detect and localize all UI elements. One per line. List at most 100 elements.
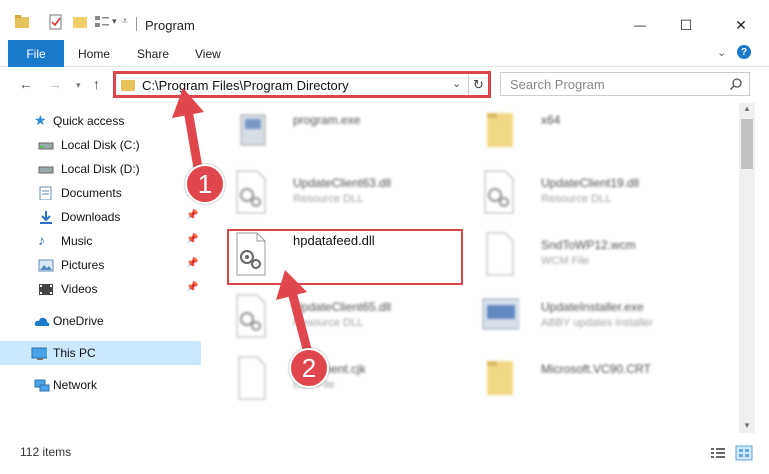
scrollbar-thumb[interactable] [741,119,753,169]
highlight-box [227,229,463,285]
sidebar-item-pictures[interactable]: Pictures 📌 [0,253,201,277]
file-type: Resource DLL [293,317,364,329]
file-item[interactable]: UpdateClient65.dll Resource DLL [225,289,475,349]
properties-icon[interactable] [48,14,64,30]
sidebar-item-label: Pictures [61,258,105,272]
view-icon[interactable] [94,14,110,30]
drive-icon [38,166,54,174]
window-title: Program [145,18,195,33]
file-icon [486,232,514,276]
file-item[interactable]: UpdateClient63.dll Resource DLL [225,165,475,225]
title-bar: ▾ ⩡ Program — ☐ ✕ [0,0,769,40]
customize-toolbar-icon[interactable]: ⩡ [122,16,128,32]
file-item[interactable]: program.exe [225,103,475,163]
close-button[interactable]: ✕ [718,10,764,40]
status-bar: 112 items [0,438,769,474]
chevron-down-icon[interactable]: ▾ [112,16,117,32]
sidebar-item-documents[interactable]: Documents 📌 [0,181,201,205]
sidebar-item-onedrive[interactable]: OneDrive [0,309,201,333]
file-name: Microsoft.VC90.CRT [541,362,651,376]
forward-arrow-icon[interactable]: → [48,76,62,92]
address-bar[interactable]: C:\Program Files\Program Directory ⌄ ↻ [113,71,491,98]
sidebar-item-local-disk-c[interactable]: Local Disk (C:) [0,133,201,157]
sidebar-item-label: Documents [61,186,122,200]
scroll-down-icon[interactable]: ▼ [743,421,751,430]
up-arrow-icon[interactable]: ↑ [93,76,100,92]
computer-icon [31,347,47,360]
new-folder-icon[interactable] [72,14,88,30]
ribbon: File Home Share View ⌄ ? [0,40,769,67]
folder-icon [121,80,135,91]
file-item[interactable]: Microsoft.VC90.CRT [473,351,723,411]
installer-icon [482,298,519,330]
refresh-icon: ↻ [473,76,484,92]
sidebar-item-label: Videos [61,282,98,296]
sidebar-item-label: Quick access [53,114,125,128]
sidebar-item-label: Local Disk (C:) [61,138,140,152]
recent-locations-icon[interactable]: ▾ [76,80,81,91]
file-item[interactable]: SndToWP12.wcm WCM File [473,227,723,287]
pin-icon[interactable]: 📌 [186,210,198,221]
file-item[interactable]: UpdateInstaller.exe ABBY updates install… [473,289,723,349]
documents-icon [39,186,52,200]
dll-icon [236,294,266,338]
search-input[interactable]: Search Program [500,72,750,96]
sidebar-item-videos[interactable]: Videos 📌 [0,277,201,301]
callout-badge-1: 1 [185,164,225,204]
search-icon [729,78,742,91]
file-name: program.exe [293,113,361,127]
file-icon [238,356,266,400]
file-type: WCM File [541,255,590,267]
music-icon: ♪ [38,232,45,248]
tab-view[interactable]: View [195,47,221,61]
chevron-down-icon[interactable]: ⌄ [452,77,461,90]
drive-icon [38,142,54,150]
navigation-pane: ★ Quick access Local Disk (C:) Local Dis… [0,103,205,433]
file-tab[interactable]: File [8,40,64,67]
tab-home[interactable]: Home [78,47,110,61]
file-type: ABBY updates installer [541,317,654,329]
pictures-icon [38,259,54,272]
scroll-up-icon[interactable]: ▲ [743,104,751,113]
cloud-icon [34,317,50,326]
dll-icon [484,170,514,214]
file-name: UpdateInstaller.exe [541,300,644,314]
pin-icon[interactable]: 📌 [186,258,198,269]
sidebar-item-this-pc[interactable]: This PC [0,341,201,365]
file-item[interactable]: x64 [473,103,723,163]
file-name: UpdateClient19.dll [541,176,640,190]
expand-ribbon-icon[interactable]: ⌄ [717,46,726,59]
pin-icon[interactable]: 📌 [186,234,198,245]
sidebar-item-network[interactable]: Network [0,373,201,397]
file-name: x64 [541,113,561,127]
search-placeholder: Search Program [510,77,605,92]
refresh-button[interactable]: ↻ [468,74,488,95]
sidebar-item-label: Local Disk (D:) [61,162,140,176]
network-icon [34,379,50,392]
minimize-button[interactable]: — [617,10,663,40]
file-item[interactable]: UpdateClient19.dll Resource DLL [473,165,723,225]
details-view-icon[interactable] [710,446,726,460]
large-icons-view-icon[interactable] [735,445,753,461]
divider [136,17,137,31]
tab-share[interactable]: Share [137,47,169,61]
sidebar-item-music[interactable]: ♪ Music 📌 [0,229,201,253]
pin-icon[interactable]: 📌 [186,282,198,293]
file-name: SndToWP12.wcm [541,238,636,252]
file-type: Resource DLL [541,193,612,205]
downloads-icon [40,211,52,224]
sidebar-item-local-disk-d[interactable]: Local Disk (D:) [0,157,201,181]
maximize-button[interactable]: ☐ [663,10,709,40]
star-icon: ★ [34,112,47,128]
item-count: 112 items [20,445,72,459]
file-name: UpdateClient65.dll [293,300,392,314]
help-icon[interactable]: ? [737,45,751,59]
vertical-scrollbar[interactable]: ▲ ▼ [739,103,755,433]
sidebar-item-label: This PC [53,346,96,360]
sidebar-item-downloads[interactable]: Downloads 📌 [0,205,201,229]
address-path[interactable]: C:\Program Files\Program Directory [142,78,349,93]
folder-icon[interactable] [14,14,30,30]
sidebar-item-quick-access[interactable]: ★ Quick access [0,109,201,133]
back-arrow-icon[interactable]: ← [19,76,33,92]
file-item[interactable]: Document.cjk CJK File [225,351,475,411]
